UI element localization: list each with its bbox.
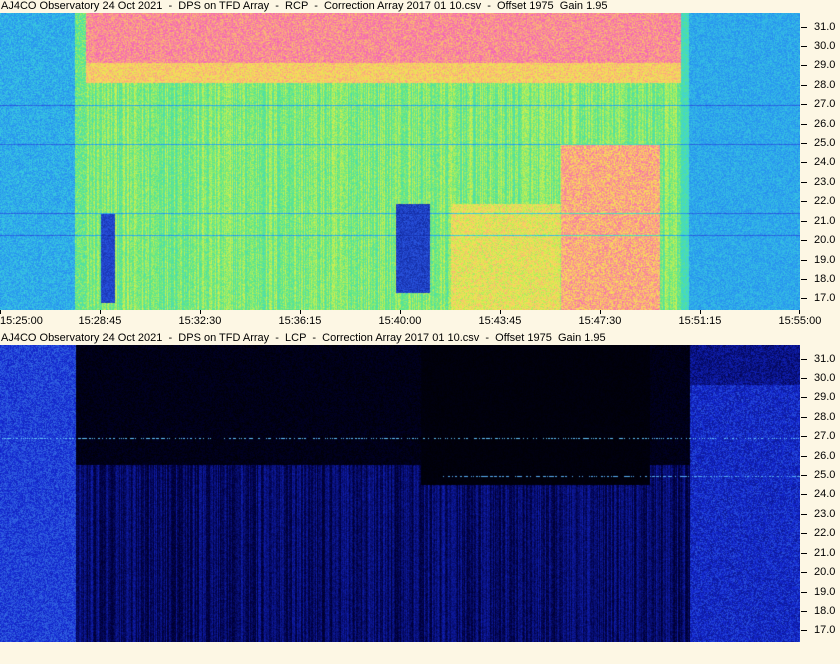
y-tick-label: 23.0 bbox=[814, 507, 836, 520]
y-tick-label: 28.0 bbox=[814, 78, 836, 91]
y-tick-label: 22.0 bbox=[814, 527, 836, 540]
y-tick-label: 25.0 bbox=[814, 469, 836, 482]
y-tick-label: 27.0 bbox=[814, 98, 836, 111]
y-tick-label: 21.0 bbox=[814, 546, 836, 559]
y-tick-label: 25.0 bbox=[814, 137, 836, 150]
y-tick-mark bbox=[801, 123, 807, 125]
x-tick-label: 15:40:00 bbox=[378, 315, 422, 327]
x-tick-mark bbox=[0, 310, 1, 314]
y-tick-mark bbox=[801, 220, 807, 222]
y-tick-label: 24.0 bbox=[814, 156, 836, 169]
x-tick-mark bbox=[200, 310, 201, 314]
y-tick-label: 18.0 bbox=[814, 604, 836, 617]
y-tick-mark bbox=[801, 26, 807, 28]
x-tick-label: 15:32:30 bbox=[178, 315, 222, 327]
y-tick-mark bbox=[801, 298, 807, 300]
y-tick-mark bbox=[801, 240, 807, 242]
y-tick-mark bbox=[801, 610, 807, 612]
y-tick-mark bbox=[801, 65, 807, 67]
x-tick-label: 15:43:45 bbox=[478, 315, 522, 327]
y-tick-label: 23.0 bbox=[814, 175, 836, 188]
y-tick-label: 19.0 bbox=[814, 253, 836, 266]
y-tick-mark bbox=[801, 104, 807, 106]
y-tick-mark bbox=[801, 630, 807, 632]
y-tick-mark bbox=[801, 416, 807, 418]
lcp-frequency-axis: 31.0 30.0 29.0 28.0 27.0 26.0 25.0 24.0 23.0 22.0… bbox=[800, 345, 840, 642]
x-tick-mark bbox=[600, 310, 601, 314]
lcp-spectrogram bbox=[0, 345, 800, 642]
y-tick-mark bbox=[801, 259, 807, 261]
bottom-strip bbox=[0, 642, 840, 664]
rcp-frequency-axis: 31.0 30.0 29.0 28.0 27.0 26.0 25.0 24.0 23.0 22.0… bbox=[800, 13, 840, 310]
y-tick-label: 31.0 bbox=[814, 20, 836, 33]
y-tick-label: 30.0 bbox=[814, 40, 836, 52]
time-axis: 15:25:00 15:28:45 15:32:30 15:36:15 15:40:00… bbox=[0, 310, 840, 332]
y-tick-mark bbox=[801, 475, 807, 477]
y-tick-mark bbox=[801, 455, 807, 457]
lcp-panel-title: AJ4CO Observatory 24 Oct 2021 - DPS on T… bbox=[0, 332, 840, 345]
y-tick-label: 20.0 bbox=[814, 234, 836, 247]
rcp-panel-title: AJ4CO Observatory 24 Oct 2021 - DPS on T… bbox=[0, 0, 840, 13]
y-tick-mark bbox=[801, 397, 807, 399]
x-tick-label: 15:25:00 bbox=[0, 315, 43, 327]
y-tick-mark bbox=[801, 552, 807, 554]
y-tick-mark bbox=[801, 572, 807, 574]
y-tick-label: 30.0 bbox=[814, 372, 836, 384]
y-tick-mark bbox=[801, 513, 807, 515]
x-tick-label: 15:51:15 bbox=[678, 315, 722, 327]
y-tick-label: 29.0 bbox=[814, 391, 836, 404]
y-tick-mark bbox=[801, 278, 807, 280]
y-tick-label: 31.0 bbox=[814, 352, 836, 365]
y-tick-label: 18.0 bbox=[814, 272, 836, 285]
y-tick-label: 19.0 bbox=[814, 585, 836, 598]
y-tick-mark bbox=[801, 378, 807, 379]
y-tick-mark bbox=[801, 181, 807, 183]
y-tick-label: 22.0 bbox=[814, 195, 836, 208]
y-tick-label: 26.0 bbox=[814, 449, 836, 462]
y-tick-mark bbox=[801, 162, 807, 164]
y-tick-mark bbox=[801, 533, 807, 535]
y-tick-label: 27.0 bbox=[814, 430, 836, 443]
y-tick-label: 28.0 bbox=[814, 410, 836, 423]
y-tick-mark bbox=[801, 201, 807, 203]
y-tick-label: 21.0 bbox=[814, 214, 836, 227]
x-tick-label: 15:36:15 bbox=[278, 315, 322, 327]
rcp-spectrogram bbox=[0, 13, 800, 310]
x-tick-mark bbox=[100, 310, 101, 314]
y-tick-mark bbox=[801, 143, 807, 145]
y-tick-mark bbox=[801, 591, 807, 593]
x-tick-label: 15:47:30 bbox=[578, 315, 622, 327]
y-tick-label: 17.0 bbox=[814, 292, 836, 305]
y-tick-mark bbox=[801, 84, 807, 86]
y-tick-mark bbox=[801, 46, 807, 47]
x-tick-mark bbox=[799, 310, 800, 314]
x-tick-mark bbox=[700, 310, 701, 314]
x-tick-mark bbox=[300, 310, 301, 314]
y-tick-label: 17.0 bbox=[814, 624, 836, 637]
y-tick-label: 29.0 bbox=[814, 59, 836, 72]
y-tick-mark bbox=[801, 436, 807, 438]
y-tick-mark bbox=[801, 358, 807, 360]
x-tick-label: 15:55:00 bbox=[778, 315, 822, 327]
y-tick-label: 20.0 bbox=[814, 566, 836, 579]
x-tick-mark bbox=[400, 310, 401, 314]
x-tick-label: 15:28:45 bbox=[78, 315, 122, 327]
y-tick-label: 24.0 bbox=[814, 488, 836, 501]
x-tick-mark bbox=[500, 310, 501, 314]
y-tick-mark bbox=[801, 494, 807, 496]
y-tick-label: 26.0 bbox=[814, 117, 836, 130]
